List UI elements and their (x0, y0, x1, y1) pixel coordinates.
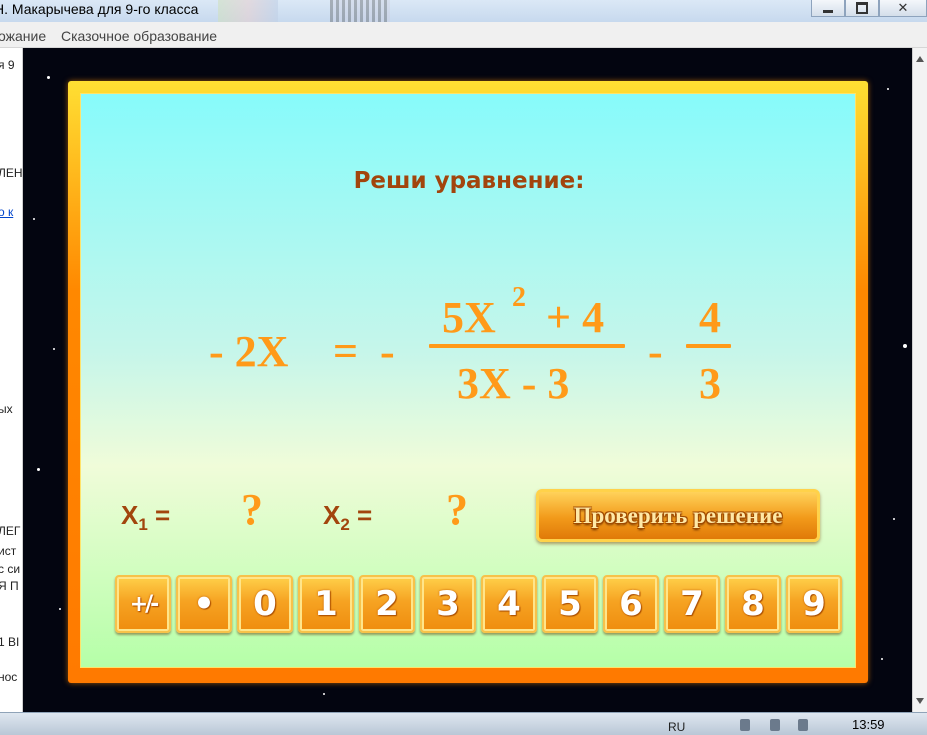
tray-icon[interactable] (740, 719, 750, 731)
equation-minus: - (380, 327, 395, 376)
doc-fragment: я 9 (0, 58, 15, 72)
equation-equals: = (333, 327, 359, 376)
key-label: 2 (375, 584, 399, 624)
key-2[interactable]: 2 (359, 575, 415, 633)
key-0[interactable]: 0 (237, 575, 293, 633)
maximize-icon (856, 2, 868, 14)
flash-stage: Реши уравнение: - 2X = - 5X 2 + 4 3X - 3… (23, 48, 912, 712)
key-8[interactable]: 8 (725, 575, 781, 633)
numerator-tail: + 4 (546, 293, 605, 342)
task-frame: Реши уравнение: - 2X = - 5X 2 + 4 3X - 3… (68, 81, 868, 683)
close-icon: ✕ (897, 0, 909, 16)
key-5[interactable]: 5 (542, 575, 598, 633)
vertical-scrollbar[interactable] (912, 48, 927, 712)
numerator-exponent: 2 (512, 282, 526, 313)
taskbar-clock[interactable]: 13:59 (852, 717, 885, 732)
key-plus-minus[interactable]: +/- (115, 575, 171, 633)
menu-item-view[interactable]: ожание (0, 28, 46, 44)
key-1[interactable]: 1 (298, 575, 354, 633)
tray-icon[interactable] (798, 719, 808, 731)
star-decoration (33, 218, 35, 220)
key-label: 6 (619, 584, 643, 624)
close-button[interactable]: ✕ (879, 0, 927, 17)
menu-item-fairy-education[interactable]: Сказочное образование (61, 28, 217, 44)
maximize-button[interactable] (845, 0, 879, 17)
star-decoration (887, 88, 889, 90)
key-label: 7 (680, 584, 704, 624)
star-decoration (881, 658, 883, 660)
key-label: • (193, 584, 215, 624)
key-label: 0 (253, 584, 277, 624)
star-decoration (323, 693, 325, 695)
fraction-line (429, 344, 625, 348)
equation-minus-2: - (648, 327, 663, 376)
fraction2-denominator: 3 (699, 359, 721, 408)
star-decoration (47, 76, 50, 79)
key-label: 4 (497, 584, 521, 624)
check-solution-button[interactable]: Проверить решение (536, 489, 820, 542)
key-7[interactable]: 7 (664, 575, 720, 633)
fraction2-numerator: 4 (699, 293, 721, 342)
scroll-up-icon[interactable] (916, 56, 924, 62)
root-2-label: X2 = (323, 500, 373, 535)
check-solution-label: Проверить решение (573, 502, 783, 528)
root-1-value[interactable]: ? (241, 484, 263, 535)
equation-lhs: - 2X (209, 327, 289, 376)
root-1-label: X1 = (121, 500, 171, 535)
key-3[interactable]: 3 (420, 575, 476, 633)
key-4[interactable]: 4 (481, 575, 537, 633)
denominator: 3X - 3 (457, 359, 570, 408)
window-controls: ✕ (811, 0, 927, 18)
doc-fragment: ЛЕН (0, 166, 23, 180)
minimize-button[interactable] (811, 0, 845, 17)
titlebar-decoration (218, 0, 278, 22)
key-decimal-point[interactable]: • (176, 575, 232, 633)
window-titlebar: Н. Макарычева для 9-го класса ✕ (0, 0, 927, 22)
taskbar: RU 13:59 (0, 712, 927, 735)
document-pane: я 9 ЛЕН о к ых ЛЕГ ист с си Я П 1 ВІ нос (0, 48, 23, 712)
titlebar-decoration (330, 0, 390, 22)
key-label: +/- (129, 591, 160, 617)
key-label: 9 (802, 584, 826, 624)
fraction2-line (686, 344, 731, 348)
doc-link[interactable]: о к (0, 205, 13, 219)
star-decoration (53, 348, 55, 350)
doc-fragment: ых (0, 402, 13, 416)
doc-fragment: с си (0, 562, 21, 576)
star-decoration (903, 344, 907, 348)
doc-fragment: ист (0, 544, 17, 558)
numerator-base: 5X (442, 293, 496, 342)
task-prompt: Реши уравнение: (353, 168, 585, 194)
doc-fragment: ЛЕГ (0, 524, 21, 538)
task-panel: Реши уравнение: - 2X = - 5X 2 + 4 3X - 3… (80, 93, 856, 668)
scroll-down-icon[interactable] (916, 698, 924, 704)
doc-fragment: Я П (0, 579, 19, 593)
tray-icon[interactable] (770, 719, 780, 731)
menu-bar: ожание Сказочное образование (0, 22, 927, 48)
language-indicator[interactable]: RU (668, 720, 685, 734)
key-label: 8 (741, 584, 765, 624)
key-label: 3 (436, 584, 460, 624)
doc-fragment: нос (0, 670, 18, 684)
key-6[interactable]: 6 (603, 575, 659, 633)
star-decoration (893, 518, 895, 520)
key-label: 1 (314, 584, 338, 624)
root-2-value[interactable]: ? (446, 484, 468, 535)
key-label: 5 (558, 584, 582, 624)
window-title: Н. Макарычева для 9-го класса (0, 1, 199, 17)
star-decoration (59, 608, 61, 610)
key-9[interactable]: 9 (786, 575, 842, 633)
star-decoration (37, 468, 40, 471)
doc-fragment: 1 ВІ (0, 635, 20, 649)
minimize-icon (823, 9, 833, 13)
